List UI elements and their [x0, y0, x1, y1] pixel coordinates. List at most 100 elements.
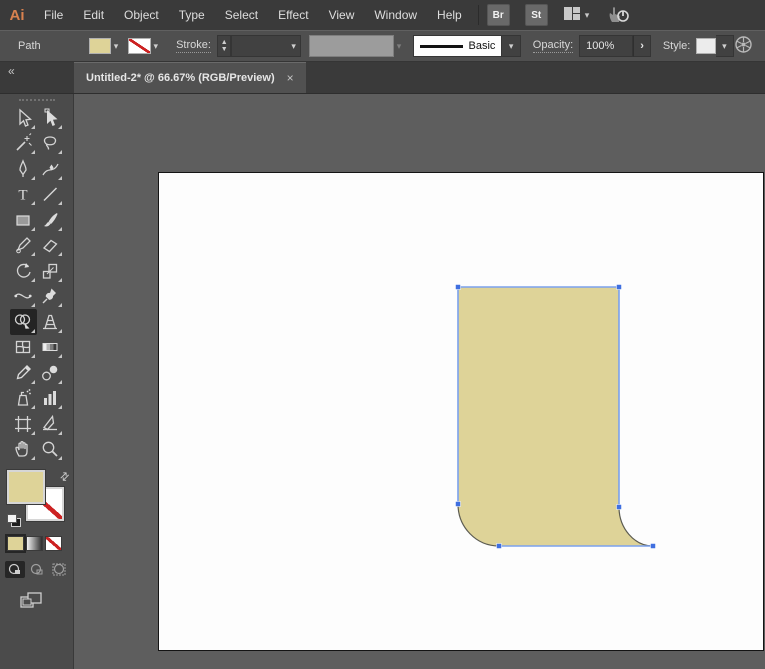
magic-wand-icon [16, 133, 32, 151]
symbol-sprayer-icon [17, 389, 31, 406]
workspace-layout-icon [563, 6, 581, 24]
none-button[interactable] [45, 536, 62, 551]
draw-normal-button[interactable] [5, 561, 25, 578]
zoom-tool[interactable] [37, 437, 64, 463]
chevron-down-icon[interactable]: ▾ [154, 41, 159, 52]
gradient-tool[interactable] [37, 335, 64, 361]
default-fill-stroke-icon[interactable] [7, 514, 21, 527]
stroke-weight-label[interactable]: Stroke: [176, 39, 211, 53]
magic-wand-tool[interactable] [10, 131, 37, 157]
line-segment-tool[interactable] [37, 182, 64, 208]
column-graph-icon [44, 391, 56, 406]
rectangle-icon [16, 215, 30, 226]
free-transform-tool[interactable] [37, 284, 64, 310]
eyedropper-tool[interactable] [10, 360, 37, 386]
shaper-tool[interactable] [10, 233, 37, 259]
tools-panel: T ⇄ [0, 94, 74, 669]
anchor-point [455, 501, 461, 507]
lasso-tool[interactable] [37, 131, 64, 157]
document-tab-bar: « Untitled-2* @ 66.67% (RGB/Preview) × [0, 62, 765, 94]
curvature-tool[interactable] [37, 156, 64, 182]
brush-name: Basic [468, 40, 496, 52]
recolor-artwork-icon[interactable] [734, 35, 753, 57]
menu-help[interactable]: Help [427, 0, 472, 30]
slice-tool[interactable] [37, 411, 64, 437]
stepper-down-icon[interactable]: ▼ [221, 46, 228, 53]
fill-color-swatch[interactable] [88, 38, 111, 54]
draw-inside-button[interactable] [49, 561, 69, 578]
menu-window[interactable]: Window [364, 0, 427, 30]
svg-text:T: T [18, 188, 27, 204]
fill-indicator[interactable] [7, 470, 45, 504]
menu-select[interactable]: Select [215, 0, 268, 30]
mesh-tool[interactable] [10, 335, 37, 361]
tab-close-icon[interactable]: × [287, 71, 294, 85]
type-tool[interactable]: T [10, 182, 37, 208]
draw-behind-button[interactable] [27, 561, 47, 578]
document-tab[interactable]: Untitled-2* @ 66.67% (RGB/Preview) × [74, 62, 306, 93]
eraser-icon [42, 239, 58, 253]
scale-tool[interactable] [37, 258, 64, 284]
paintbrush-icon [44, 212, 58, 227]
stock-button[interactable]: St [524, 4, 548, 26]
rotate-tool[interactable] [10, 258, 37, 284]
opacity-label[interactable]: Opacity: [532, 39, 574, 53]
workspace-switcher[interactable]: ▾ [563, 6, 589, 24]
drawing-modes-row [5, 561, 73, 578]
hand-tool[interactable] [10, 437, 37, 463]
bridge-button[interactable]: Br [486, 4, 510, 26]
menu-file[interactable]: File [34, 0, 73, 30]
panel-grip[interactable] [18, 99, 55, 101]
artboard-tool[interactable] [10, 411, 37, 437]
stepper-up-icon[interactable]: ▲ [221, 39, 228, 46]
rectangle-tool[interactable] [10, 207, 37, 233]
canvas-area[interactable] [74, 94, 765, 669]
touch-hand-power-icon [607, 4, 631, 27]
gradient-button[interactable] [26, 536, 43, 551]
selection-tool[interactable] [10, 105, 37, 131]
color-type-row [5, 534, 73, 553]
style-dropdown-chevron[interactable]: ▾ [715, 35, 735, 57]
selected-shape[interactable] [74, 94, 765, 669]
tool-grid: T [0, 105, 73, 462]
perspective-grid-tool[interactable] [37, 309, 64, 335]
chevron-down-icon[interactable]: ▾ [114, 41, 119, 52]
stroke-weight-stepper[interactable]: ▲ ▼ [216, 35, 232, 57]
collapse-panels-icon[interactable]: « [0, 62, 74, 93]
swap-fill-stroke-icon[interactable]: ⇄ [57, 469, 72, 484]
menu-type[interactable]: Type [169, 0, 215, 30]
touch-workspace-toggle[interactable] [607, 4, 631, 27]
brush-dropdown-chevron[interactable]: ▾ [502, 35, 521, 57]
width-tool[interactable] [10, 284, 37, 310]
shape-builder-icon [14, 314, 31, 329]
brush-definition-field[interactable]: Basic [413, 35, 503, 57]
direct-selection-tool[interactable] [37, 105, 64, 131]
chevron-down-icon: ▾ [396, 40, 402, 51]
opacity-options-button[interactable]: › [633, 35, 651, 57]
opacity-input[interactable]: 100% [579, 35, 634, 57]
eyedropper-icon [16, 364, 31, 380]
eraser-tool[interactable] [37, 233, 64, 259]
blend-tool[interactable] [37, 360, 64, 386]
column-graph-tool[interactable] [37, 386, 64, 412]
brush-stroke-preview [420, 44, 463, 48]
style-label: Style: [662, 40, 691, 52]
hand-icon [15, 441, 28, 457]
anchor-point [650, 543, 656, 549]
color-button[interactable] [5, 534, 26, 553]
symbol-sprayer-tool[interactable] [10, 386, 37, 412]
pen-tool[interactable] [10, 156, 37, 182]
change-screen-mode-icon[interactable] [20, 592, 73, 614]
shape-builder-tool[interactable] [9, 309, 37, 335]
menu-effect[interactable]: Effect [268, 0, 318, 30]
stroke-color-swatch[interactable] [128, 38, 151, 54]
menu-edit[interactable]: Edit [73, 0, 114, 30]
opacity-value: 100% [586, 40, 615, 52]
menu-object[interactable]: Object [114, 0, 169, 30]
graphic-style-swatch[interactable] [696, 38, 716, 54]
anchor-point [616, 284, 622, 290]
mesh-icon [15, 341, 31, 354]
paintbrush-tool[interactable] [37, 207, 64, 233]
stroke-weight-dropdown[interactable]: ▾ [231, 35, 301, 57]
menu-view[interactable]: View [319, 0, 365, 30]
